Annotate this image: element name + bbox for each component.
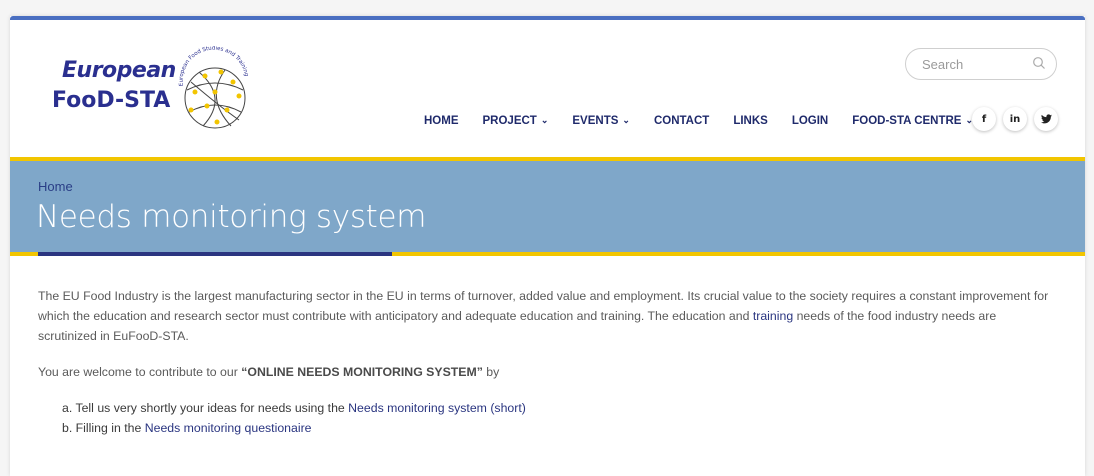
- nav-label: PROJECT: [482, 115, 537, 127]
- nav-label: CONTACT: [653, 115, 710, 127]
- twitter-bird-icon: [1040, 114, 1052, 124]
- contribute-options-list: a. Tell us very shortly your ideas for n…: [38, 398, 1053, 438]
- logo-line-1: European: [62, 58, 176, 83]
- needs-monitoring-short-link[interactable]: Needs monitoring system (short): [348, 401, 526, 415]
- chevron-down-icon: ⌄: [622, 114, 630, 125]
- twitter-icon[interactable]: [1034, 107, 1058, 131]
- needs-questionnaire-link[interactable]: Needs monitoring questionaire: [145, 421, 312, 435]
- search-box[interactable]: [905, 48, 1057, 80]
- top-accent-bar: [10, 16, 1085, 20]
- nav-item-food-sta-centre[interactable]: FOOD-STA CENTRE ⌄: [852, 115, 973, 128]
- list-item-text: b. Filling in the: [62, 421, 145, 435]
- search-icon[interactable]: [1032, 56, 1046, 70]
- page: European FooD-STA European Food Studies …: [10, 16, 1085, 476]
- nav-item-links[interactable]: LINKS: [733, 115, 768, 127]
- breadcrumb-home[interactable]: Home: [38, 179, 73, 194]
- contribute-paragraph: You are welcome to contribute to our “ON…: [38, 362, 1053, 382]
- banner-top-divider: [10, 157, 1085, 161]
- list-item: a. Tell us very shortly your ideas for n…: [62, 398, 1053, 418]
- nav-label: EVENTS: [572, 115, 619, 127]
- contribute-text-end: by: [482, 365, 500, 379]
- nav-label: HOME: [424, 115, 459, 127]
- nav-item-home[interactable]: HOME: [424, 115, 459, 127]
- globe-network-icon: European Food Studies and Training Allia…: [169, 46, 249, 129]
- search-input[interactable]: [920, 54, 1034, 74]
- nav-item-project[interactable]: PROJECT ⌄: [482, 114, 549, 128]
- page-header-banner: Home Needs monitoring system: [10, 157, 1085, 256]
- nav-label: FOOD-STA CENTRE: [852, 115, 962, 127]
- list-item: b. Filling in the Needs monitoring quest…: [62, 418, 1053, 438]
- list-item-text: a. Tell us very shortly your ideas for n…: [62, 401, 349, 415]
- nav-item-events[interactable]: EVENTS ⌄: [572, 114, 630, 128]
- title-underline: [38, 252, 392, 256]
- nav-item-login[interactable]: LOGIN: [792, 115, 828, 127]
- facebook-icon[interactable]: f: [972, 107, 996, 131]
- logo-arc-text: European Food Studies and Training Allia…: [169, 46, 249, 86]
- chevron-down-icon: ⌄: [540, 114, 549, 125]
- nav-label: LOGIN: [791, 115, 829, 127]
- logo-line-2: FooD-STA: [52, 88, 171, 113]
- nav-label: LINKS: [733, 115, 768, 127]
- page-title: Needs monitoring system: [36, 199, 427, 235]
- nav-item-contact[interactable]: CONTACT: [654, 115, 709, 127]
- intro-paragraph: The EU Food Industry is the largest manu…: [38, 286, 1053, 346]
- training-link[interactable]: training: [753, 309, 793, 323]
- main-nav: HOME PROJECT ⌄ EVENTS ⌄ CONTACT LINKS LOGI…: [424, 112, 997, 130]
- system-name: “ONLINE NEEDS MONITORING SYSTEM”: [241, 365, 483, 379]
- contribute-text: You are welcome to contribute to our: [38, 365, 242, 379]
- social-links: f in: [965, 107, 1058, 131]
- main-content: The EU Food Industry is the largest manu…: [38, 286, 1053, 438]
- site-logo[interactable]: European FooD-STA European Food Studies …: [52, 46, 272, 142]
- linkedin-icon[interactable]: in: [1003, 107, 1027, 131]
